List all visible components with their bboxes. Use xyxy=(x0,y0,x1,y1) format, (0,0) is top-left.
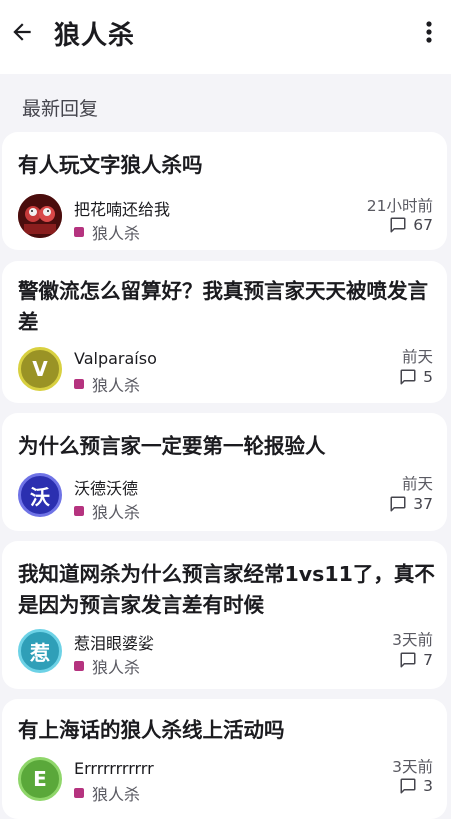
avatar-letter: E xyxy=(33,767,47,791)
tag-color-dot xyxy=(74,379,84,389)
post-time: 3天前 xyxy=(392,758,433,776)
tag-color-dot xyxy=(74,227,84,237)
post-time: 3天前 xyxy=(392,631,433,649)
avatar-letter: 惹 xyxy=(30,640,50,665)
comment-icon xyxy=(400,369,416,385)
back-button[interactable] xyxy=(4,14,40,50)
reply-count-value: 7 xyxy=(423,651,433,669)
post-time: 前天 xyxy=(401,475,433,493)
post-time: 前天 xyxy=(401,348,433,366)
tag-label: 狼人杀 xyxy=(92,224,141,243)
author-name[interactable]: 把花喃还给我 xyxy=(74,196,170,220)
comment-icon xyxy=(390,496,406,512)
tag-label: 狼人杀 xyxy=(92,376,141,395)
post-title: 有上海话的狼人杀线上活动吗 xyxy=(18,718,285,742)
post-card[interactable]: 警徽流怎么留算好？我真预言家天天被喷发言差 V Valparaíso 狼人杀 前… xyxy=(2,261,447,403)
reply-count-value: 67 xyxy=(413,216,433,234)
reply-count-value: 5 xyxy=(423,368,433,386)
author-name[interactable]: Valparaíso xyxy=(74,349,157,368)
section-label: 最新回复 xyxy=(22,98,99,120)
avatar-photo-icon xyxy=(18,194,62,238)
post-time: 21小时前 xyxy=(366,197,433,215)
post-card[interactable]: 有上海话的狼人杀线上活动吗 E Errrrrrrrrrr 狼人杀 3天前 3 xyxy=(2,699,447,819)
more-vert-icon xyxy=(426,21,432,43)
page-title: 狼人杀 xyxy=(54,21,136,51)
arrow-left-icon xyxy=(13,23,31,41)
tag-color-dot xyxy=(74,506,84,516)
tag-label: 狼人杀 xyxy=(92,503,141,522)
author-name[interactable]: 沃德沃德 xyxy=(74,475,138,499)
reply-count-value: 37 xyxy=(413,495,433,513)
category-tag[interactable]: 狼人杀 xyxy=(74,654,140,678)
comment-icon xyxy=(390,217,406,233)
author-name[interactable]: Errrrrrrrrrr xyxy=(74,759,154,778)
comment-icon xyxy=(400,652,416,668)
post-card[interactable]: 有人玩文字狼人杀吗 把花喃还给我 狼人杀 21小时前 67 xyxy=(2,132,447,250)
author-name[interactable]: 惹泪眼婆娑 xyxy=(74,630,154,654)
category-tag[interactable]: 狼人杀 xyxy=(74,220,140,244)
category-tag[interactable]: 狼人杀 xyxy=(74,372,140,396)
category-tag[interactable]: 狼人杀 xyxy=(74,781,140,805)
avatar[interactable]: E xyxy=(18,757,62,801)
avatar[interactable] xyxy=(18,194,62,238)
tag-label: 狼人杀 xyxy=(92,658,141,677)
avatar[interactable]: V xyxy=(18,347,62,391)
tag-label: 狼人杀 xyxy=(92,785,141,804)
post-title: 警徽流怎么留算好？我真预言家天天被喷发言差 xyxy=(18,279,428,334)
avatar[interactable]: 沃 xyxy=(18,473,62,517)
post-title: 有人玩文字狼人杀吗 xyxy=(18,153,203,177)
category-tag[interactable]: 狼人杀 xyxy=(74,499,140,523)
post-card[interactable]: 为什么预言家一定要第一轮报验人 沃 沃德沃德 狼人杀 前天 37 xyxy=(2,413,447,531)
app-bar: 狼人杀 xyxy=(0,0,451,74)
avatar-letter: V xyxy=(32,357,48,381)
reply-count-value: 3 xyxy=(423,777,433,795)
comment-icon xyxy=(400,778,416,794)
reply-count: 3 xyxy=(399,777,433,795)
tag-color-dot xyxy=(74,661,84,671)
post-card[interactable]: 我知道网杀为什么预言家经常1vs11了，真不是因为预言家发言差有时候 惹 惹泪眼… xyxy=(2,541,447,689)
post-title: 我知道网杀为什么预言家经常1vs11了，真不是因为预言家发言差有时候 xyxy=(18,562,435,617)
tag-color-dot xyxy=(74,788,84,798)
reply-count: 5 xyxy=(399,368,433,386)
avatar[interactable]: 惹 xyxy=(18,629,62,673)
more-options-button[interactable] xyxy=(415,14,443,50)
avatar-letter: 沃 xyxy=(30,484,50,509)
reply-count: 37 xyxy=(389,495,433,513)
reply-count: 67 xyxy=(389,216,433,234)
post-title: 为什么预言家一定要第一轮报验人 xyxy=(18,434,326,458)
reply-count: 7 xyxy=(399,651,433,669)
